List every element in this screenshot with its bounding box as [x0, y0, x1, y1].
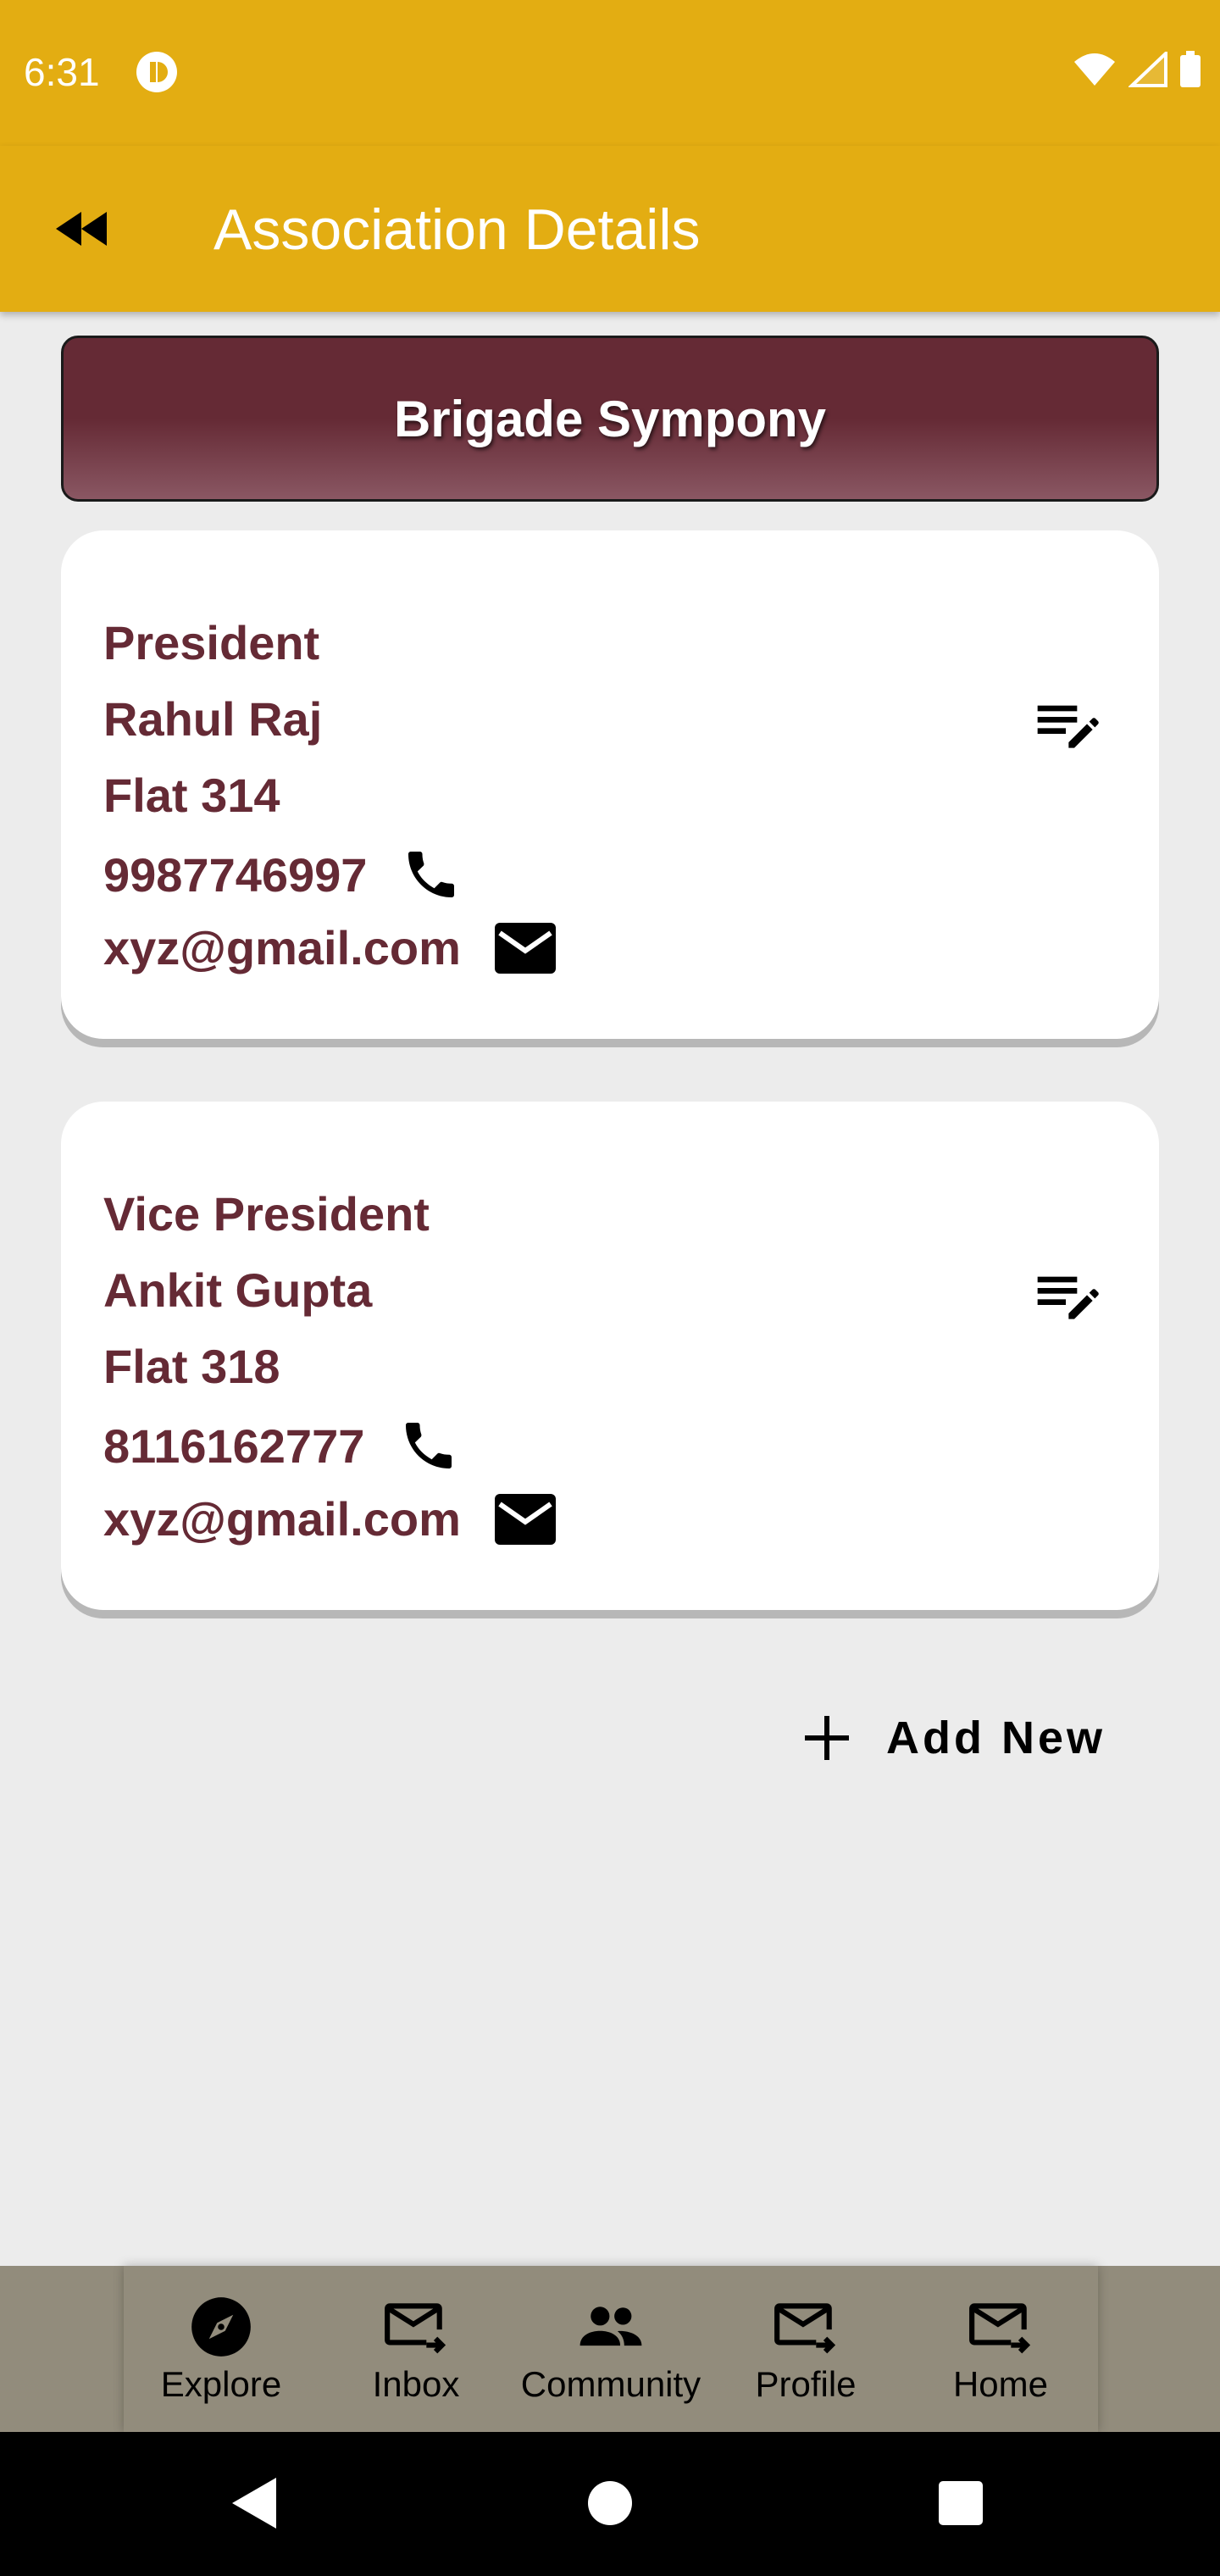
nav-item-inbox[interactable]: Inbox	[319, 2266, 513, 2432]
people-icon	[580, 2307, 642, 2346]
phone-icon	[408, 852, 455, 897]
status-bar: 6:31	[0, 0, 1220, 146]
mail-forward-icon	[385, 2303, 446, 2354]
status-icons	[1073, 51, 1201, 88]
compass-icon	[191, 2297, 251, 2357]
edit-member-button[interactable]	[1032, 691, 1100, 759]
edit-note-icon	[1037, 1276, 1099, 1319]
nav-item-profile[interactable]: Profile	[708, 2266, 903, 2432]
nav-item-home[interactable]: Home	[903, 2266, 1098, 2432]
plus-icon	[805, 1716, 849, 1760]
add-new-label: Add New	[886, 1713, 1106, 1763]
member-role: President	[103, 616, 320, 669]
member-name: Rahul Raj	[103, 692, 323, 746]
recents-square-icon[interactable]	[937, 2474, 984, 2532]
add-new-button[interactable]: Add New	[801, 1712, 1106, 1764]
back-triangle-icon[interactable]	[229, 2474, 280, 2532]
back-button[interactable]	[47, 195, 115, 263]
member-email: xyz@gmail.com	[103, 1492, 461, 1546]
mail-forward-icon	[774, 2303, 836, 2354]
app-notification-icon	[136, 52, 177, 92]
system-nav-bar	[0, 2432, 1220, 2576]
nav-item-explore[interactable]: Explore	[124, 2266, 319, 2432]
member-email: xyz@gmail.com	[103, 921, 461, 974]
member-email-row: xyz@gmail.com	[103, 920, 556, 975]
nav-item-community[interactable]: Community	[513, 2266, 708, 2432]
nav-label: Inbox	[372, 2364, 460, 2404]
member-flat: Flat 318	[103, 1340, 280, 1393]
home-circle-icon[interactable]	[586, 2474, 634, 2532]
edit-note-icon	[1037, 705, 1099, 748]
call-button[interactable]	[398, 1415, 459, 1476]
nav-label: Community	[520, 2364, 702, 2404]
mail-icon	[494, 922, 556, 974]
mail-icon	[494, 1493, 556, 1545]
mail-forward-icon	[969, 2303, 1031, 2354]
member-phone-row: 9987746997	[103, 844, 462, 905]
nav-label: Explore	[160, 2364, 282, 2404]
rewind-back-icon	[56, 212, 107, 246]
association-name: Brigade Sympony	[393, 390, 827, 447]
member-phone: 8116162777	[103, 1418, 365, 1473]
member-phone-row: 8116162777	[103, 1415, 459, 1476]
member-name: Ankit Gupta	[103, 1263, 373, 1317]
member-email-row: xyz@gmail.com	[103, 1491, 556, 1546]
call-button[interactable]	[401, 844, 462, 905]
nav-label: Home	[952, 2364, 1049, 2404]
member-phone: 9987746997	[103, 847, 368, 902]
email-button[interactable]	[494, 1493, 556, 1546]
status-time: 6:31	[24, 50, 100, 94]
member-role: Vice President	[103, 1187, 430, 1241]
member-flat: Flat 314	[103, 769, 280, 822]
association-banner: Brigade Sympony	[61, 336, 1159, 502]
member-card: Vice President Ankit Gupta Flat 318 8116…	[61, 1102, 1159, 1610]
wifi-icon	[1074, 53, 1115, 86]
member-card: President Rahul Raj Flat 314 9987746997 …	[61, 530, 1159, 1039]
email-button[interactable]	[494, 922, 556, 974]
signal-icon	[1128, 52, 1167, 87]
bottom-nav: Explore Inbox Community Profile Home	[124, 2266, 1098, 2432]
nav-label: Profile	[755, 2364, 857, 2404]
edit-member-button[interactable]	[1032, 1263, 1100, 1330]
app-bar: Association Details	[0, 146, 1220, 312]
page-title: Association Details	[214, 197, 701, 262]
battery-icon	[1180, 51, 1201, 87]
phone-icon	[406, 1423, 452, 1468]
